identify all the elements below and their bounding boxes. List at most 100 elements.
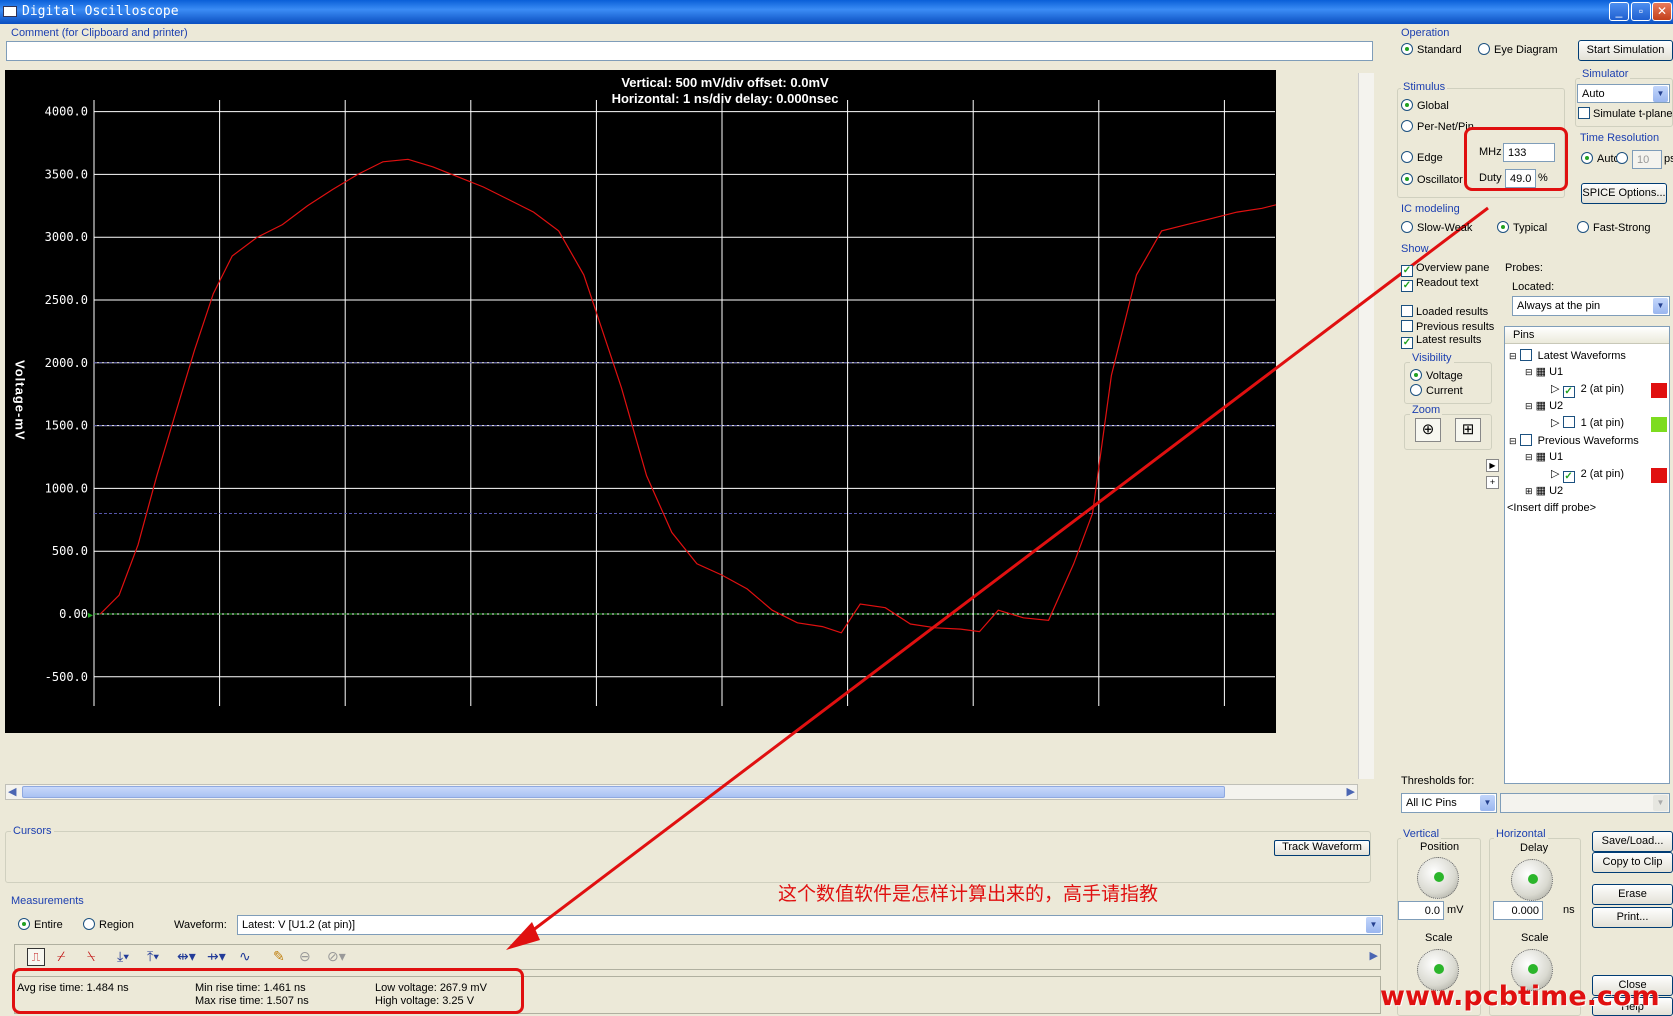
readout-text-checkbox[interactable]: ✓ Readout text <box>1401 277 1478 292</box>
standard-radio[interactable]: Standard <box>1401 43 1462 56</box>
y-tick-label: 1500.0 <box>45 419 88 433</box>
slope-icon[interactable]: ∿ <box>239 948 251 965</box>
auto-resolution-radio[interactable]: Auto <box>1581 152 1620 165</box>
save-load-button[interactable]: Save/Load... <box>1592 831 1673 852</box>
slow-weak-radio[interactable]: Slow-Weak <box>1401 221 1472 234</box>
probe-color-swatch[interactable] <box>1651 468 1667 483</box>
toolbar-scroll-icon[interactable]: ▶ <box>1370 949 1378 962</box>
rise-time-icon[interactable]: ⎍ <box>27 948 45 966</box>
print-button[interactable]: Print... <box>1592 907 1673 928</box>
probe-color-swatch[interactable] <box>1651 417 1667 432</box>
maximize-button[interactable]: ▫ <box>1631 2 1651 21</box>
start-simulation-button[interactable]: Start Simulation <box>1578 40 1673 61</box>
typical-radio[interactable]: Typical <box>1497 221 1547 234</box>
scope-display[interactable]: 4000.0 3500.0 3000.0 2500.0 2000.0 1500.0 1000… <box>5 70 1276 733</box>
skew-icon[interactable]: ⇸▾ <box>207 948 226 965</box>
custom-resolution-radio[interactable] <box>1616 152 1632 165</box>
insert-diff-probe[interactable]: <Insert diff probe> <box>1507 502 1596 514</box>
voltage-radio[interactable]: Voltage <box>1410 369 1463 382</box>
zoom-in-icon[interactable]: ⊕ <box>1415 418 1441 442</box>
current-radio[interactable]: Current <box>1410 384 1463 397</box>
annotation-text: 这个数值软件是怎样计算出来的，高手请指教 <box>778 884 1159 905</box>
track-waveform-button[interactable]: Track Waveform <box>1274 840 1370 856</box>
eye-diagram-radio[interactable]: Eye Diagram <box>1478 43 1558 56</box>
entire-radio[interactable]: Entire <box>18 918 63 931</box>
thresholds-label: Thresholds for: <box>1401 775 1475 787</box>
located-select[interactable]: Always at the pin ▼ <box>1512 296 1670 316</box>
scroll-left-arrow[interactable]: ◀ <box>8 785 16 798</box>
probe-color-swatch[interactable] <box>1651 383 1667 398</box>
scope-plot: 4000.03500.03000.02500.02000.01500.01000… <box>13 100 1276 706</box>
cursors-label: Cursors <box>11 825 54 837</box>
thresholds-net-select[interactable]: ▼ <box>1500 793 1670 813</box>
scroll-right-arrow[interactable]: ▶ <box>1347 785 1355 798</box>
tree-previous-waveforms[interactable]: ⊟ Previous Waveforms <box>1509 434 1639 447</box>
pins-column-header[interactable]: Pins <box>1505 327 1669 344</box>
horizontal-scrollbar[interactable]: ◀ ▶ <box>5 784 1358 800</box>
comment-input[interactable] <box>6 41 1373 61</box>
app-icon <box>3 6 17 17</box>
cursors-group <box>5 831 1371 883</box>
global-radio[interactable]: Global <box>1401 99 1449 112</box>
thresholds-select[interactable]: All IC Pins ▼ <box>1401 793 1497 813</box>
overview-pane-checkbox[interactable]: ✓ Overview pane <box>1401 262 1489 277</box>
tree-prev-u1-pin2[interactable]: ▷ ✓ 2 (at pin) <box>1551 467 1624 483</box>
add-diff-probe-icon[interactable]: + <box>1486 476 1499 489</box>
probes-tree[interactable]: Pins ⊟ Latest Waveforms ⊟ ▦ U1 ▷ ✓ 2 (at… <box>1504 326 1670 784</box>
add-probe-arrow-icon[interactable]: ▶ <box>1486 459 1499 472</box>
fast-strong-radio[interactable]: Fast-Strong <box>1577 221 1650 234</box>
zoom-fit-icon[interactable]: ⊞ <box>1455 418 1481 442</box>
oscillator-radio[interactable]: Oscillator <box>1401 173 1463 186</box>
results-highlight-box <box>12 968 524 1014</box>
erase-button[interactable]: Erase <box>1592 884 1673 905</box>
copy-to-clip-button[interactable]: Copy to Clip <box>1592 852 1673 873</box>
edge-radio[interactable]: Edge <box>1401 151 1443 164</box>
tree-u2[interactable]: ⊟ ▦ U2 <box>1525 399 1563 412</box>
disabled-tool2-icon: ⊘▾ <box>327 948 346 964</box>
probe-icon[interactable]: ✎ <box>273 948 285 965</box>
spice-options-button[interactable]: SPICE Options... <box>1581 183 1667 204</box>
comment-label: Comment (for Clipboard and printer) <box>11 27 188 39</box>
title-bar: Digital Oscilloscope <box>0 0 1673 24</box>
undershoot-icon[interactable]: ⤒▾ <box>147 948 159 965</box>
horizontal-delay-unit: ns <box>1563 904 1575 916</box>
region-radio[interactable]: Region <box>83 918 134 931</box>
y-tick-label: 3000.0 <box>45 230 88 244</box>
simulate-tplanes-checkbox[interactable]: Simulate t-planes <box>1578 107 1673 120</box>
simulator-select[interactable]: Auto ▼ <box>1577 84 1670 103</box>
measurements-label: Measurements <box>11 895 84 907</box>
horizontal-delay-input[interactable]: 0.000 <box>1493 901 1543 920</box>
tree-u2-pin1[interactable]: ▷ 1 (at pin) <box>1551 416 1624 429</box>
vertical-scrollbar[interactable] <box>1358 73 1374 779</box>
operation-label: Operation <box>1401 27 1450 39</box>
horizontal-delay-knob[interactable] <box>1511 859 1553 901</box>
tree-u1-pin2[interactable]: ▷ ✓ 2 (at pin) <box>1551 382 1624 398</box>
loaded-results-checkbox[interactable]: Loaded results <box>1401 305 1488 318</box>
tree-prev-u1[interactable]: ⊟ ▦ U1 <box>1525 450 1563 463</box>
fall-edge-icon[interactable]: ⍀ <box>87 948 95 965</box>
close-window-button[interactable]: ✕ <box>1652 2 1672 21</box>
horizontal-label: Horizontal <box>1494 828 1548 840</box>
delay-icon[interactable]: ⇹▾ <box>177 948 196 965</box>
horizontal-scale-label: Scale <box>1521 932 1549 944</box>
tree-u1[interactable]: ⊟ ▦ U1 <box>1525 365 1563 378</box>
tree-prev-u2[interactable]: ⊞ ▦ U2 <box>1525 484 1563 497</box>
y-tick-label: 1000.0 <box>45 481 88 495</box>
driver-icon: ▷ <box>1551 468 1560 480</box>
tree-latest-waveforms[interactable]: ⊟ Latest Waveforms <box>1509 349 1626 362</box>
latest-results-checkbox[interactable]: ✓ Latest results <box>1401 334 1481 349</box>
minimize-button[interactable]: _ <box>1609 2 1629 21</box>
overshoot-icon[interactable]: ⤓▾ <box>117 948 129 965</box>
readout-vertical: Vertical: 500 mV/div offset: 0.0mV <box>621 75 829 90</box>
waveform-select[interactable]: Latest: V [U1.2 (at pin)] ▼ <box>237 915 1383 935</box>
rise-edge-icon[interactable]: ⌿ <box>57 948 65 965</box>
zoom-label: Zoom <box>1410 404 1443 416</box>
previous-results-checkbox[interactable]: Previous results <box>1401 320 1494 333</box>
simulator-label: Simulator <box>1580 68 1631 80</box>
stimulus-label: Stimulus <box>1401 81 1448 93</box>
vertical-position-knob[interactable] <box>1417 857 1459 899</box>
resolution-input[interactable]: 10 <box>1632 150 1662 169</box>
vertical-position-input[interactable]: 0.0 <box>1398 901 1444 920</box>
per-net-radio[interactable]: Per-Net/Pin <box>1401 120 1474 133</box>
scrollbar-thumb[interactable] <box>22 786 1225 798</box>
